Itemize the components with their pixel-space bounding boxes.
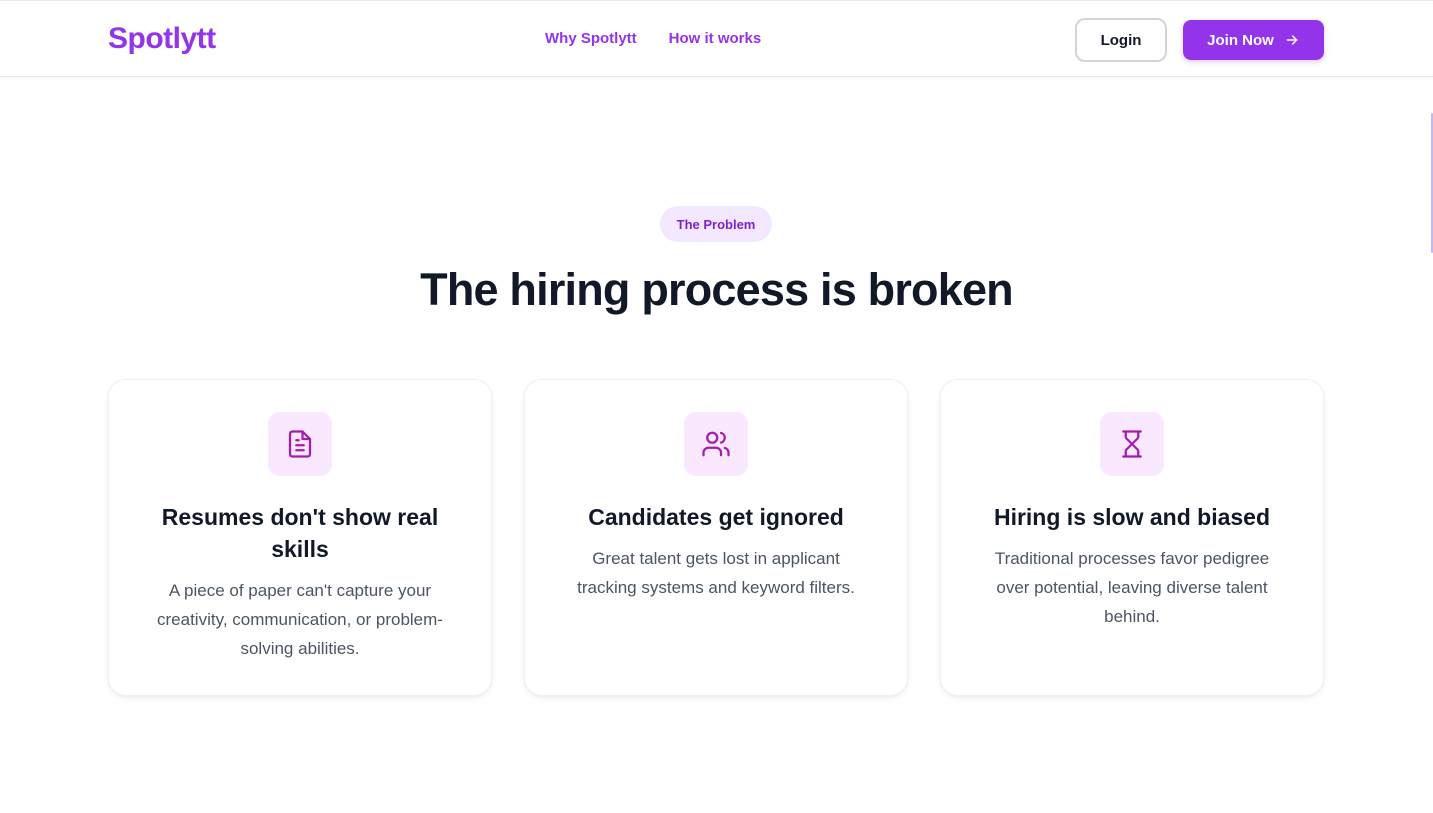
section-badge: The Problem [660, 206, 772, 242]
join-now-label: Join Now [1207, 31, 1274, 49]
card-title: Resumes don't show real skills [161, 504, 439, 562]
card-icon-container [1100, 412, 1164, 476]
hourglass-icon [1122, 430, 1142, 458]
card-title: Candidates get ignored [588, 504, 844, 530]
join-now-button[interactable]: Join Now [1183, 20, 1324, 60]
card-icon-container [684, 412, 748, 476]
section-headline: The hiring process is broken [420, 264, 1014, 315]
problem-card-hiring: Hiring is slow and biased Traditional pr… [940, 379, 1324, 696]
login-button[interactable]: Login [1075, 18, 1167, 62]
document-icon [288, 430, 312, 458]
arrow-right-icon [1286, 35, 1298, 45]
problem-card-resumes: Resumes don't show real skills A piece o… [108, 379, 492, 696]
users-icon [702, 431, 730, 457]
main-nav: Why Spotlytt How it works [545, 29, 761, 49]
card-icon-container [268, 412, 332, 476]
card-description: A piece of paper can't capture your crea… [157, 581, 443, 658]
top-navbar: Spotlytt Why Spotlytt How it works Login… [0, 0, 1433, 77]
problem-card-candidates: Candidates get ignored Great talent gets… [524, 379, 908, 696]
card-title: Hiring is slow and biased [993, 504, 1271, 530]
page: Spotlytt Why Spotlytt How it works Login… [0, 0, 1433, 813]
logo[interactable]: Spotlytt [108, 21, 216, 57]
nav-link-how-it-works[interactable]: How it works [669, 29, 762, 49]
card-description: Traditional processes favor pedigree ove… [994, 549, 1270, 626]
card-description: Great talent gets lost in applicant trac… [577, 549, 855, 597]
nav-link-why-spotlytt[interactable]: Why Spotlytt [545, 29, 637, 49]
